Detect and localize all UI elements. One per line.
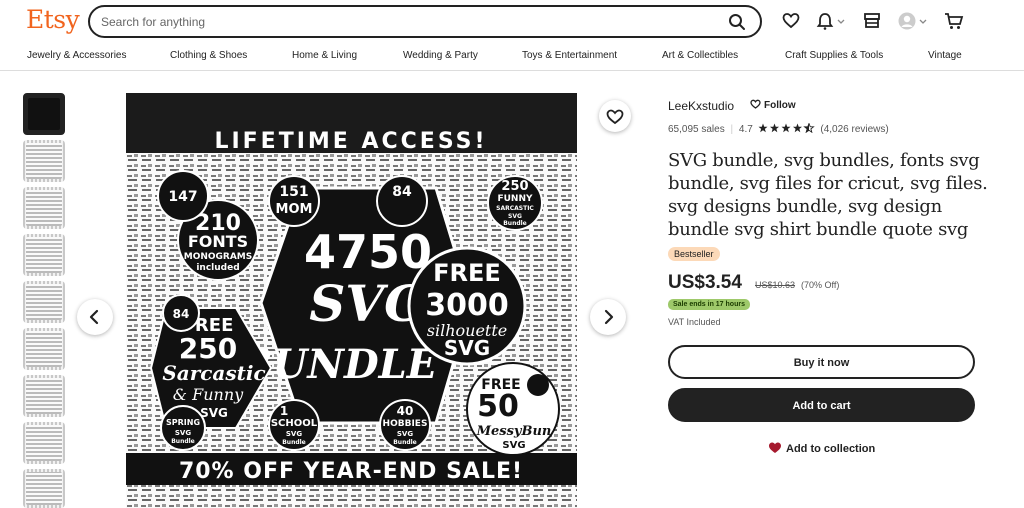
badge-hobbies-sub: SVG	[397, 430, 413, 438]
category-art[interactable]: Art & Collectibles	[662, 50, 738, 61]
category-jewelry[interactable]: Jewelry & Accessories	[27, 50, 126, 61]
badge-84b: 84	[173, 307, 190, 321]
shop-stats: 65,095 sales | 4.7 (4,026 reviews)	[668, 122, 889, 135]
category-craft[interactable]: Craft Supplies & Tools	[785, 50, 883, 61]
vat-note: VAT Included	[668, 317, 721, 327]
badge-250-label: FUNNY	[497, 194, 533, 204]
heart-icon[interactable]	[782, 11, 800, 31]
category-clothing[interactable]: Clothing & Shoes	[170, 50, 247, 61]
badge-spring-sub2: Bundle	[171, 438, 195, 445]
thumbnail-3[interactable]	[23, 187, 65, 229]
add-to-collection-label: Add to collection	[786, 443, 876, 455]
category-vintage[interactable]: Vintage	[928, 50, 962, 61]
badge-hobbies: HOBBIES	[383, 419, 428, 429]
banner-bottom-text: 70% OFF YEAR-END SALE!	[179, 459, 523, 484]
badge-151-label: MOM	[276, 202, 313, 217]
category-toys[interactable]: Toys & Entertainment	[522, 50, 617, 61]
badge-school-sub: SVG	[286, 430, 302, 438]
thumbnail-1[interactable]	[23, 93, 65, 135]
thumbnail-7[interactable]	[23, 375, 65, 417]
thumbnail-8[interactable]	[23, 422, 65, 464]
badge-147: 147	[168, 189, 197, 205]
avatar[interactable]	[897, 11, 929, 31]
badge-free-line2: SVG	[444, 336, 490, 360]
badge-fonts-sub: MONOGRAMS	[184, 252, 253, 262]
sale-ends-badge: Sale ends in 17 hours	[668, 299, 750, 310]
badge-151: 151	[279, 184, 308, 200]
follow-button[interactable]: Follow	[750, 99, 796, 111]
cart-icon[interactable]	[944, 11, 964, 31]
shop-manager-icon[interactable]	[863, 11, 881, 31]
shop-name-link[interactable]: LeeKxstudio	[668, 99, 734, 113]
product-image[interactable]: LIFETIME ACCESS! 70% OFF YEAR-END SALE! …	[126, 93, 577, 508]
badge-fonts-label: FONTS	[188, 232, 248, 251]
header: Etsy	[0, 0, 1024, 44]
badge-hobbies-sub2: Bundle	[393, 439, 417, 446]
category-home[interactable]: Home & Living	[292, 50, 357, 61]
product-image-art: LIFETIME ACCESS! 70% OFF YEAR-END SALE! …	[126, 93, 577, 508]
badge-sarcastic-line2: & Funny	[173, 385, 244, 404]
badge-250: 250	[501, 179, 528, 194]
heart-icon	[750, 99, 761, 109]
badge-250-sub3: Bundle	[503, 220, 527, 227]
original-price: US$10.63	[755, 280, 796, 290]
discount-label: (70% Off)	[801, 280, 840, 290]
rating-value: 4.7	[738, 124, 753, 135]
favorite-button[interactable]	[599, 100, 631, 132]
prev-image-button[interactable]	[77, 299, 113, 335]
search-icon[interactable]	[728, 13, 746, 31]
thumbnail-9[interactable]	[23, 469, 65, 508]
badge-250-sub: SARCASTIC	[496, 205, 534, 212]
heart-icon	[769, 442, 781, 453]
badge-free-label: FREE	[433, 259, 501, 287]
category-wedding[interactable]: Wedding & Party	[403, 50, 478, 61]
thumbnail-5[interactable]	[23, 281, 65, 323]
thumbnail-2[interactable]	[23, 140, 65, 182]
badge-spring: SPRING	[166, 418, 200, 427]
sales-count: 65,095 sales	[668, 124, 725, 135]
heart-icon	[606, 109, 624, 125]
badge-84: 84	[392, 184, 412, 200]
search-input[interactable]	[101, 13, 701, 31]
star-rating-icon	[758, 122, 815, 134]
badge-free-number: 3000	[425, 288, 509, 323]
banner-top-text: LIFETIME ACCESS!	[214, 129, 487, 154]
buy-now-button[interactable]: Buy it now	[668, 345, 975, 379]
badge-sarcastic-line1: Sarcastic	[162, 361, 265, 385]
review-count[interactable]: (4,026 reviews)	[820, 124, 888, 135]
search-bar[interactable]	[88, 5, 762, 38]
badge-spring-sub: SVG	[175, 429, 191, 437]
bell-icon[interactable]	[816, 11, 846, 31]
badge-school: SCHOOL	[271, 418, 318, 429]
add-to-cart-button[interactable]: Add to cart	[668, 388, 975, 422]
product-title: SVG bundle, svg bundles, fonts svg bundl…	[668, 150, 988, 240]
badge-messy-number: 50	[477, 389, 519, 424]
next-image-button[interactable]	[590, 299, 626, 335]
badge-messy-line2: SVG	[502, 440, 525, 451]
thumbnail-6[interactable]	[23, 328, 65, 370]
badge-1: 1	[280, 404, 288, 418]
badge-40: 40	[397, 404, 414, 418]
badge-messy-line1: MessyBun	[476, 424, 552, 439]
category-nav: Jewelry & Accessories Clothing & Shoes H…	[0, 44, 1024, 71]
badge-main-number: 4750	[304, 225, 432, 279]
current-price: US$3.54	[668, 272, 742, 293]
add-to-collection-button[interactable]: Add to collection	[768, 441, 875, 455]
chevron-right-icon	[604, 309, 614, 325]
badge-fonts-sub2: included	[196, 263, 239, 273]
badge-school-sub2: Bundle	[282, 439, 306, 446]
follow-label: Follow	[764, 100, 796, 111]
thumbnail-4[interactable]	[23, 234, 65, 276]
badge-sarcastic-line3: SVG	[200, 406, 228, 420]
etsy-logo[interactable]: Etsy	[26, 5, 80, 34]
bestseller-badge: Bestseller	[668, 247, 720, 261]
chevron-left-icon	[89, 309, 99, 325]
badge-250-sub2: SVG	[508, 213, 522, 220]
